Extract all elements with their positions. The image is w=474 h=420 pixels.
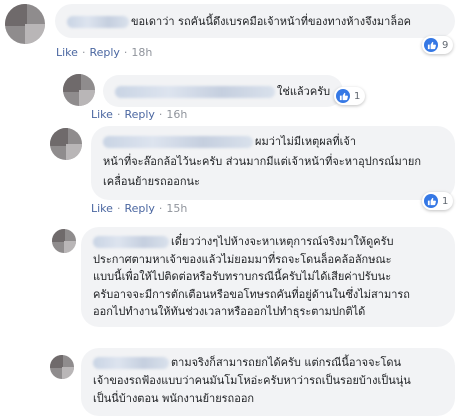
reaction-count[interactable]: 1	[422, 192, 454, 210]
comment-text-line: แบบนี้เพื่อให้ไปติดต่อหรือรับทราบกรณีนี้…	[93, 270, 392, 283]
comment-text: ใช่แล้วครับ	[277, 85, 331, 98]
comment-text-line: เป็นนี่บ้างตอน พนักงานย้ายรถออก	[93, 392, 255, 405]
comment-text-line: ตามจริงก็สามารถยกได้ครับ แต่กรณีนี้อาจจะ…	[171, 356, 402, 369]
timestamp[interactable]: 18h	[131, 46, 152, 59]
comment-bubble: เดี๋ยวว่างๆไปห้างจะหาเหตุการณ์จริงมาให้ด…	[81, 227, 455, 327]
comment-bubble: ตามจริงก็สามารถยกได้ครับ แต่กรณีนี้อาจจะ…	[81, 348, 455, 416]
reply-link[interactable]: Reply	[89, 46, 119, 59]
timestamp[interactable]: 15h	[166, 202, 187, 215]
comment-text-line: เดี๋ยวว่างๆไปห้างจะหาเหตุการณ์จริงมาให้ด…	[171, 235, 394, 248]
comment-text-line: หน้าที่จะล๊อกล้อไว้นะครับ ส่วนมากมีแต่เจ…	[103, 155, 422, 168]
like-icon	[336, 89, 350, 103]
reaction-count[interactable]: 9	[422, 36, 454, 54]
comment-bubble: ขอเดาว่า รถคันนี้ดึงเบรคมือเจ้าหน้าที่ขอ…	[55, 4, 455, 38]
reply-link[interactable]: Reply	[124, 108, 154, 121]
reaction-count[interactable]: 1	[334, 87, 366, 105]
like-icon	[424, 194, 438, 208]
comment-text-line: เจ้าของรถฟ้องแบบว่าคนมันโมโหอ่ะครับหาว่า…	[93, 374, 411, 387]
like-link[interactable]: Like	[56, 46, 78, 59]
comment-text-line: ประกาศตามหาเจ้าของแล้วไม่ยอมมาที่รถจะโดน…	[93, 252, 392, 266]
avatar[interactable]	[50, 128, 82, 160]
author-name[interactable]	[115, 86, 275, 98]
reply-link[interactable]: Reply	[124, 202, 154, 215]
author-name[interactable]	[103, 136, 253, 148]
comment-actions: Like · Reply · 15h	[91, 202, 188, 215]
comment-actions: Like · Reply · 18h	[56, 46, 153, 59]
like-link[interactable]: Like	[91, 108, 113, 121]
author-name[interactable]	[93, 357, 169, 369]
comment-actions: Like · Reply · 16h	[91, 108, 188, 121]
comment-text-line: เคลื่อนย้ายรถออกนะ	[103, 175, 200, 188]
avatar[interactable]	[63, 74, 95, 106]
author-name[interactable]	[67, 16, 129, 28]
avatar[interactable]	[52, 229, 76, 253]
like-icon	[424, 38, 438, 52]
timestamp[interactable]: 16h	[166, 108, 187, 121]
avatar[interactable]	[50, 355, 74, 379]
comment-bubble: ผมว่าไม่มีเหตุผลที่เจ้า หน้าที่จะล๊อกล้อ…	[91, 126, 455, 200]
like-link[interactable]: Like	[91, 202, 113, 215]
comment-text: ขอเดาว่า รถคันนี้ดึงเบรคมือเจ้าหน้าที่ขอ…	[131, 15, 412, 28]
comment-text-line: ครับอาจจะมีการตักเตือนหรือขอโทษรถคันที่อ…	[93, 287, 410, 301]
author-name[interactable]	[93, 236, 169, 248]
comment-text-line: ออกไปทำงานให้ทันช่วงเวลาหรือออกไปทำธุระต…	[93, 305, 366, 318]
comment-bubble: ใช่แล้วครับ	[103, 75, 343, 107]
avatar[interactable]	[5, 4, 45, 44]
comment-text-line: ผมว่าไม่มีเหตุผลที่เจ้า	[255, 135, 357, 148]
